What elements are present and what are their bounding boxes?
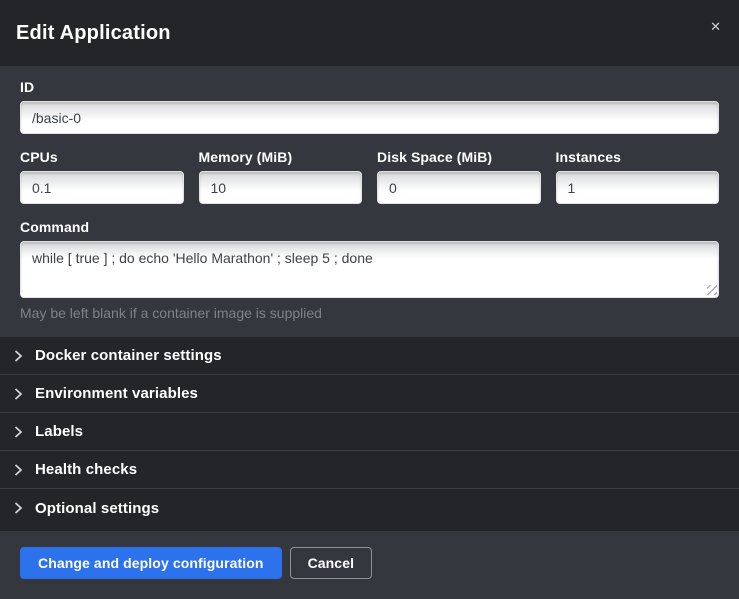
memory-label: Memory (MiB): [199, 149, 363, 165]
instances-field-group: Instances: [556, 149, 720, 204]
id-input[interactable]: [20, 101, 719, 134]
resize-handle-icon[interactable]: [707, 285, 717, 295]
resources-row: CPUs Memory (MiB) Disk Space (MiB) Insta…: [20, 149, 719, 204]
collapsible-sections: Docker container settings Environment va…: [0, 337, 739, 531]
cpus-field-group: CPUs: [20, 149, 184, 204]
modal-footer: Change and deploy configuration Cancel: [0, 531, 739, 599]
section-label: Health checks: [35, 461, 137, 478]
section-label: Environment variables: [35, 385, 198, 402]
disk-label: Disk Space (MiB): [377, 149, 541, 165]
command-textarea[interactable]: while [ true ] ; do echo 'Hello Marathon…: [20, 241, 719, 298]
disk-field-group: Disk Space (MiB): [377, 149, 541, 204]
cpus-input[interactable]: [20, 171, 184, 204]
id-field-group: ID: [20, 79, 719, 134]
command-label: Command: [20, 219, 719, 235]
memory-field-group: Memory (MiB): [199, 149, 363, 204]
modal-title: Edit Application: [16, 22, 171, 45]
section-docker-container-settings[interactable]: Docker container settings: [0, 337, 739, 375]
edit-application-form: ID CPUs Memory (MiB) Disk Space (MiB) In…: [0, 66, 739, 337]
memory-input[interactable]: [199, 171, 363, 204]
change-and-deploy-button[interactable]: Change and deploy configuration: [20, 547, 282, 579]
disk-input[interactable]: [377, 171, 541, 204]
cpus-label: CPUs: [20, 149, 184, 165]
chevron-right-icon: [14, 502, 23, 514]
chevron-right-icon: [14, 464, 23, 476]
instances-label: Instances: [556, 149, 720, 165]
command-field-group: Command while [ true ] ; do echo 'Hello …: [20, 219, 719, 321]
id-label: ID: [20, 79, 719, 95]
command-textarea-wrap: while [ true ] ; do echo 'Hello Marathon…: [20, 241, 719, 298]
chevron-right-icon: [14, 388, 23, 400]
cancel-button[interactable]: Cancel: [290, 547, 373, 579]
section-optional-settings[interactable]: Optional settings: [0, 489, 739, 527]
chevron-right-icon: [14, 350, 23, 362]
edit-application-modal: Edit Application ✕ ID CPUs Memory (MiB) …: [0, 0, 739, 599]
section-label: Optional settings: [35, 500, 159, 517]
section-environment-variables[interactable]: Environment variables: [0, 375, 739, 413]
modal-header: Edit Application ✕: [0, 0, 739, 66]
section-labels[interactable]: Labels: [0, 413, 739, 451]
section-label: Labels: [35, 423, 83, 440]
command-help-text: May be left blank if a container image i…: [20, 305, 719, 321]
section-health-checks[interactable]: Health checks: [0, 451, 739, 489]
chevron-right-icon: [14, 426, 23, 438]
close-icon[interactable]: ✕: [704, 14, 727, 39]
instances-input[interactable]: [556, 171, 720, 204]
section-label: Docker container settings: [35, 347, 222, 364]
